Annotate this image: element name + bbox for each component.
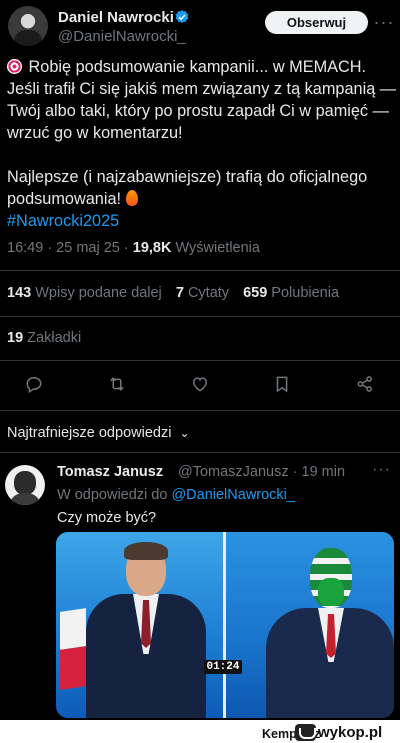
reply-icon <box>26 377 42 394</box>
wykop-logo-icon <box>295 724 316 741</box>
reply-to-prefix: W odpowiedzi do <box>57 487 168 503</box>
likes-stat[interactable]: 659 Polubienia <box>243 285 339 301</box>
quotes-label: Cytaty <box>187 285 230 301</box>
engagement-stats: 143 Wpisy podane dalej 7 Cytaty 659 Polu… <box>7 285 339 301</box>
more-options-icon[interactable]: ··· <box>373 10 395 34</box>
target-emoji-icon <box>7 59 22 74</box>
share-button[interactable] <box>353 371 377 397</box>
reply-author-handle[interactable]: @TomaszJanusz · 19 min <box>178 464 345 480</box>
repost-button[interactable] <box>105 371 129 397</box>
replies-sort-dropdown[interactable]: Najtrafniejsze odpowiedzi ⌄ <box>7 425 190 441</box>
reply-to-handle-link[interactable]: @DanielNawrocki_ <box>171 487 295 503</box>
author-avatar[interactable] <box>8 6 48 46</box>
person-right-face <box>318 578 344 606</box>
reply-context: W odpowiedzi do @DanielNawrocki_ <box>57 487 295 503</box>
author-name[interactable]: Daniel Nawrocki <box>58 9 174 26</box>
follow-button[interactable]: Obserwuj <box>265 11 368 34</box>
tweet-timestamp[interactable]: 16:49 · 25 maj 25 · <box>7 240 129 256</box>
divider <box>0 316 400 317</box>
action-bar <box>0 371 400 399</box>
like-icon <box>192 377 208 392</box>
reposts-count: 143 <box>7 285 32 301</box>
reply-author-avatar[interactable] <box>5 465 45 505</box>
media-timer: 01:24 <box>204 660 242 674</box>
reply-media-image[interactable]: 01:24 <box>56 532 394 718</box>
share-icon <box>357 376 372 392</box>
likes-label: Polubienia <box>271 285 340 301</box>
fire-emoji-icon <box>125 190 138 206</box>
reply-more-options-icon[interactable]: ··· <box>372 461 391 479</box>
views-label: Wyświetlenia <box>175 240 260 256</box>
bookmark-icon <box>276 376 288 393</box>
tweet-line-3: Najlepsze (i najzabawniejsze) trafią do … <box>7 168 368 208</box>
tweet-line-1: Robię podsumowanie kampanii... w MEMACH. <box>28 58 367 76</box>
divider <box>0 410 400 411</box>
tweet-text: Robię podsumowanie kampanii... w MEMACH.… <box>7 56 397 232</box>
repost-icon <box>110 377 124 391</box>
likes-count: 659 <box>243 285 268 301</box>
verified-badge-icon <box>175 10 189 24</box>
media-split-line <box>223 532 226 718</box>
chevron-down-icon: ⌄ <box>179 426 190 440</box>
sort-label: Najtrafniejsze odpowiedzi <box>7 425 172 441</box>
reply-text: Czy może być? <box>57 510 157 526</box>
bookmarks-count: 19 <box>7 330 24 346</box>
watermark-site: wykop.pl <box>318 724 383 741</box>
tweet-line-2: Jeśli trafił Ci się jakiś mem związany z… <box>7 80 397 142</box>
reply-button[interactable] <box>22 371 46 397</box>
bookmarks-label: Zakładki <box>27 330 82 346</box>
quotes-count: 7 <box>175 285 184 301</box>
reposts-stat[interactable]: 143 Wpisy podane dalej <box>7 285 162 301</box>
views-count: 19,8K <box>132 240 172 256</box>
tweet-meta: 16:49 · 25 maj 25 · 19,8K Wyświetlenia <box>7 240 260 256</box>
divider <box>0 452 400 453</box>
divider <box>0 270 400 271</box>
hashtag-link[interactable]: #Nawrocki2025 <box>7 212 119 230</box>
reposts-label: Wpisy podane dalej <box>35 285 162 301</box>
bookmarks-stat[interactable]: 19 Zakładki <box>7 330 81 346</box>
author-handle[interactable]: @DanielNawrocki_ <box>58 28 186 45</box>
tweet-header: Daniel Nawrocki @DanielNawrocki_ Obserwu… <box>0 0 400 50</box>
like-button[interactable] <box>188 371 212 397</box>
bookmark-button[interactable] <box>270 371 294 397</box>
divider <box>0 360 400 361</box>
quotes-stat[interactable]: 7 Cytaty <box>176 285 229 301</box>
polish-flag <box>60 608 86 690</box>
person-left-hair <box>124 542 168 560</box>
reply-author-name[interactable]: Tomasz Janusz <box>57 464 163 480</box>
